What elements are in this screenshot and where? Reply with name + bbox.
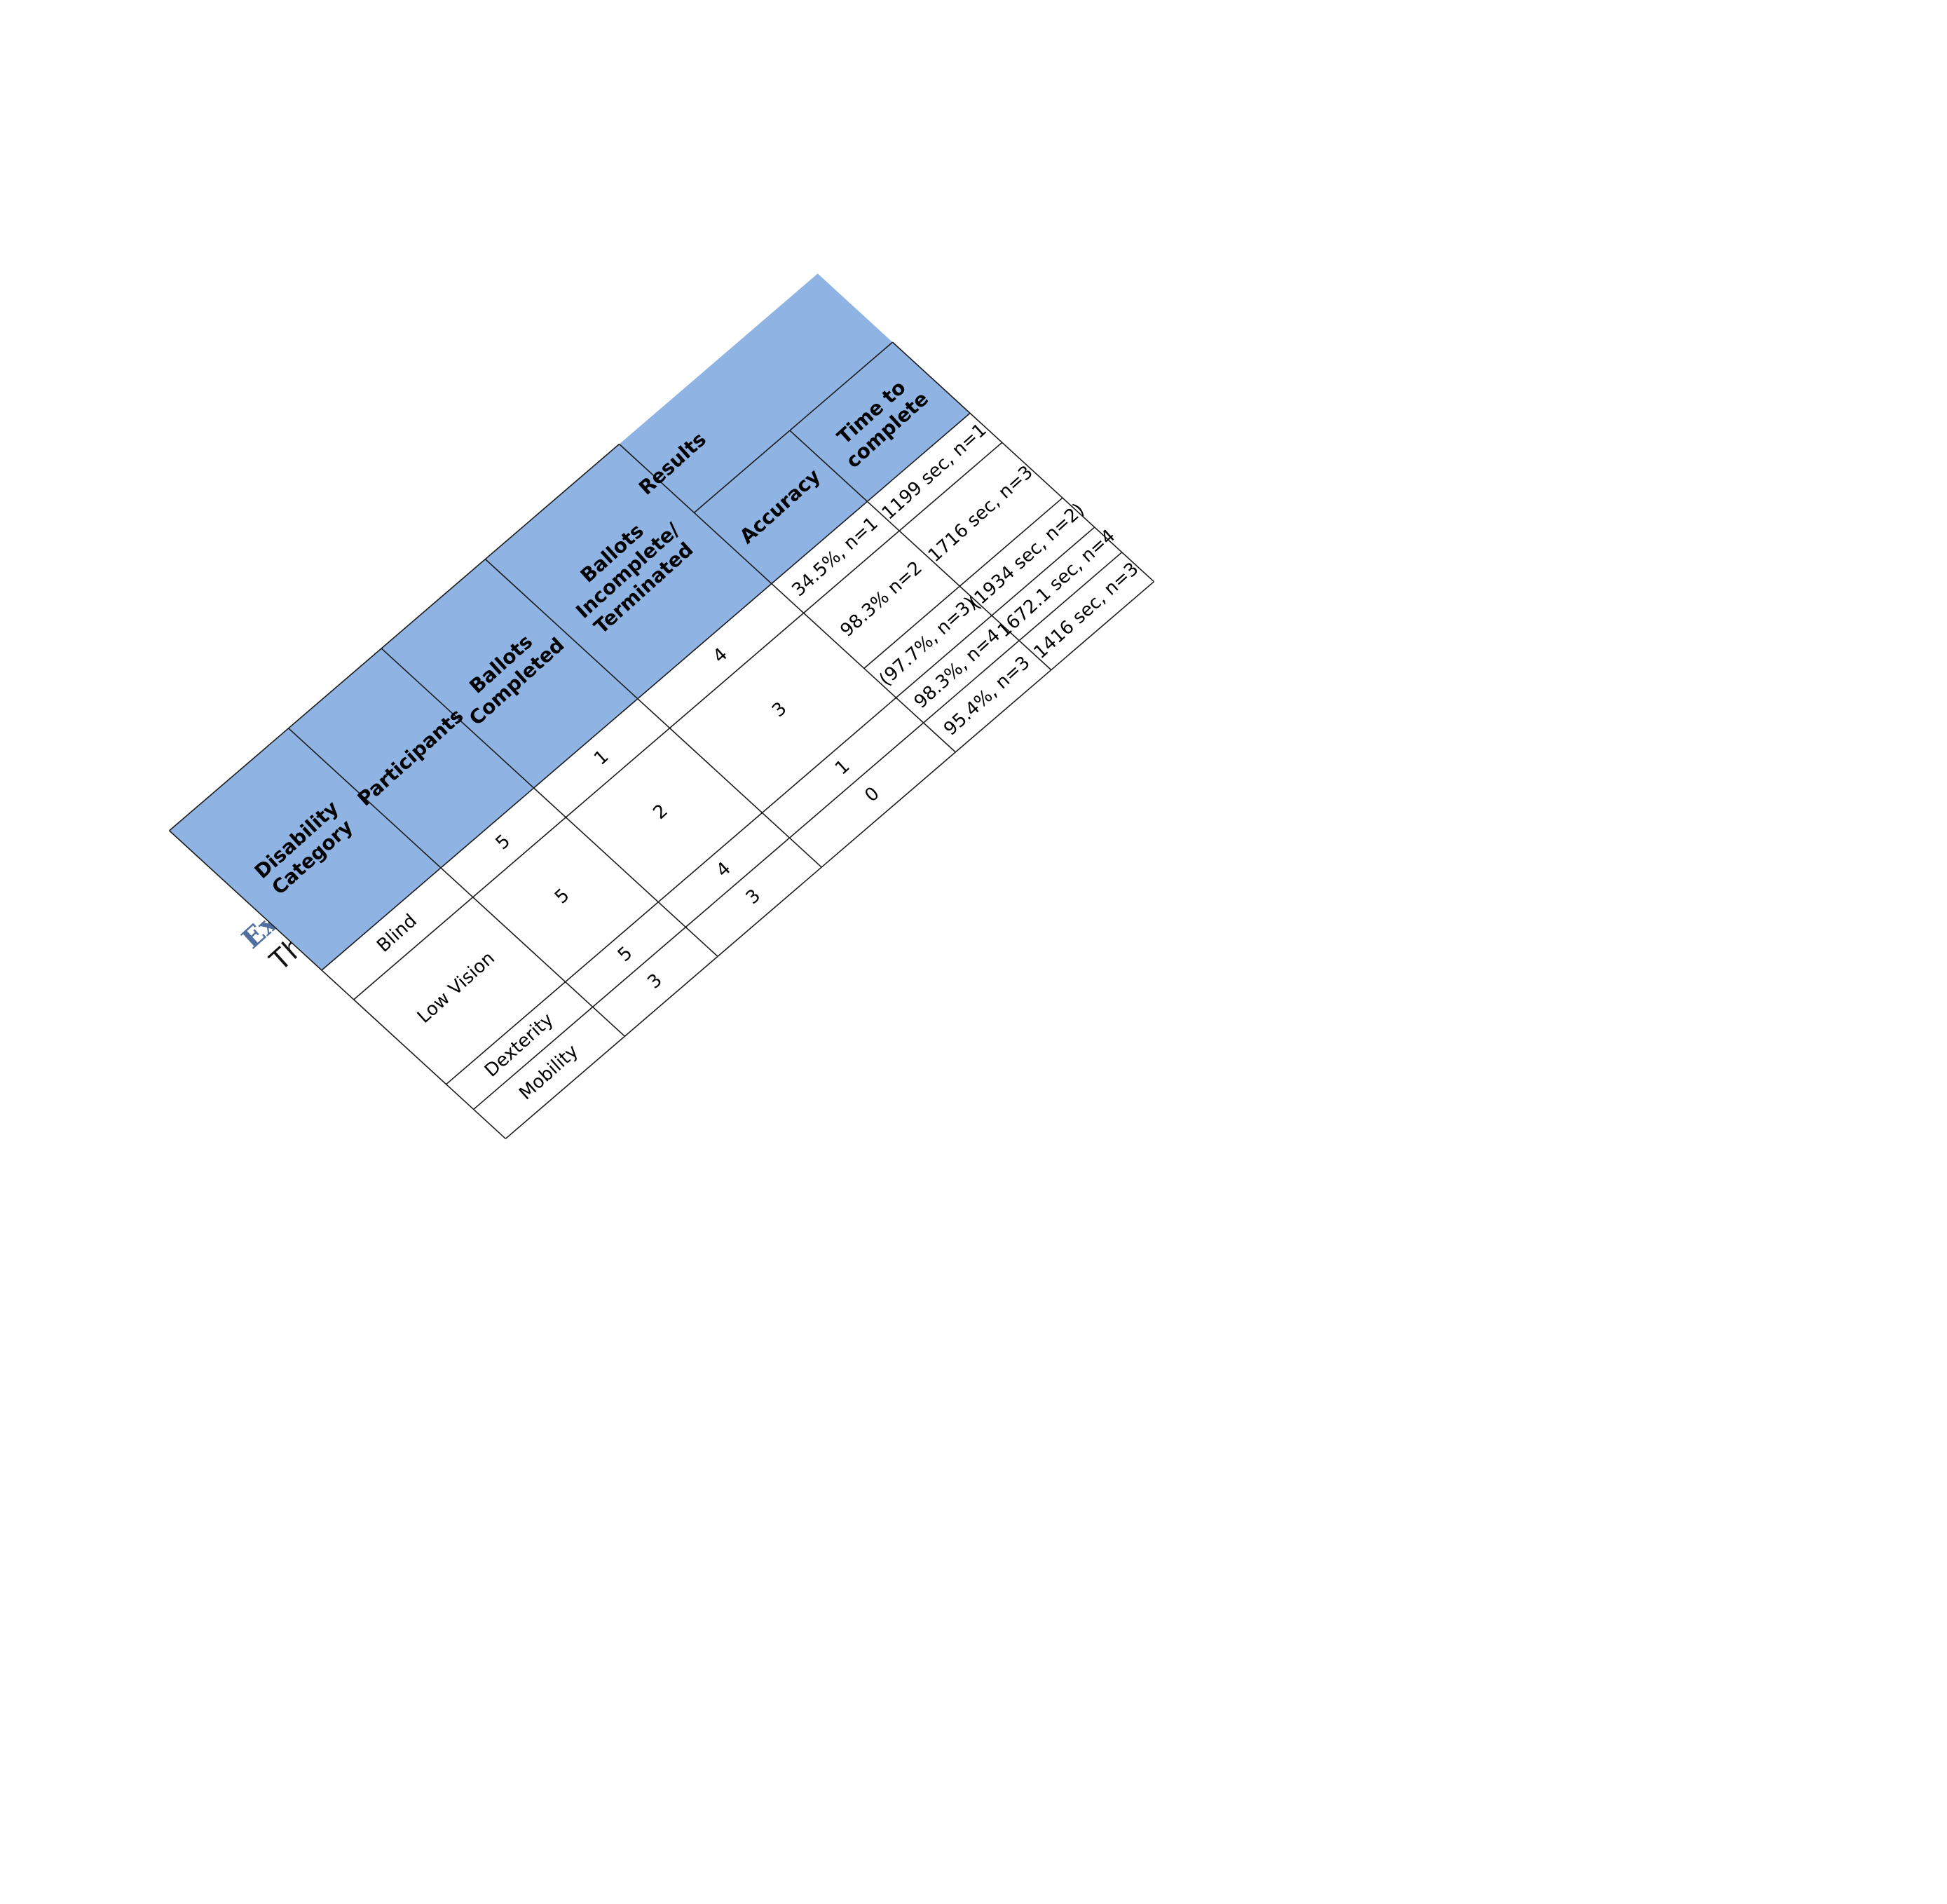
table-cell-text: 5: [614, 943, 636, 966]
table-cell: 5: [614, 943, 636, 966]
table-cell: 3: [768, 698, 791, 721]
table-cell-text: 5: [492, 831, 514, 854]
table-cell-text: 1: [831, 756, 854, 779]
table-cell: 1: [590, 746, 613, 769]
table-cell: 1: [831, 756, 854, 779]
document-page: Example table This is an example of a da…: [169, 273, 1154, 1139]
table-cell: 5: [551, 885, 573, 908]
row-label-text: Low Vision: [414, 948, 499, 1028]
row-label: Low Vision: [414, 948, 499, 1028]
table-cell-text: 2: [649, 801, 671, 824]
table-cell-text: 3: [643, 970, 666, 993]
table-cell-text: 3: [768, 698, 791, 721]
table-cell: 98.3% n=2: [837, 557, 927, 641]
table-cell-text: 5: [551, 885, 573, 908]
data-table: ResultsDisabilityCategoryParticipantsBal…: [169, 273, 1154, 1139]
table-cell: 3: [643, 970, 666, 993]
table-cell: 0: [861, 783, 883, 806]
table-cell-text: 0: [861, 783, 883, 806]
table-cell-text: 3: [742, 885, 765, 909]
table-cell: 1416 sec, n=3: [1030, 559, 1142, 663]
table-cell: 4: [709, 644, 732, 667]
table-cell: 2: [649, 801, 671, 824]
table-cell: 3: [742, 885, 765, 909]
table-cell-text: 1416 sec, n=3: [1030, 559, 1142, 663]
table-cell-text: 4: [712, 858, 735, 881]
table-cell: 4: [712, 858, 735, 881]
table-cell-text: 4: [709, 644, 732, 667]
table-cell-text: 1: [590, 746, 613, 769]
table-cell-text: 98.3% n=2: [837, 557, 927, 641]
table-cell: 5: [492, 831, 514, 854]
